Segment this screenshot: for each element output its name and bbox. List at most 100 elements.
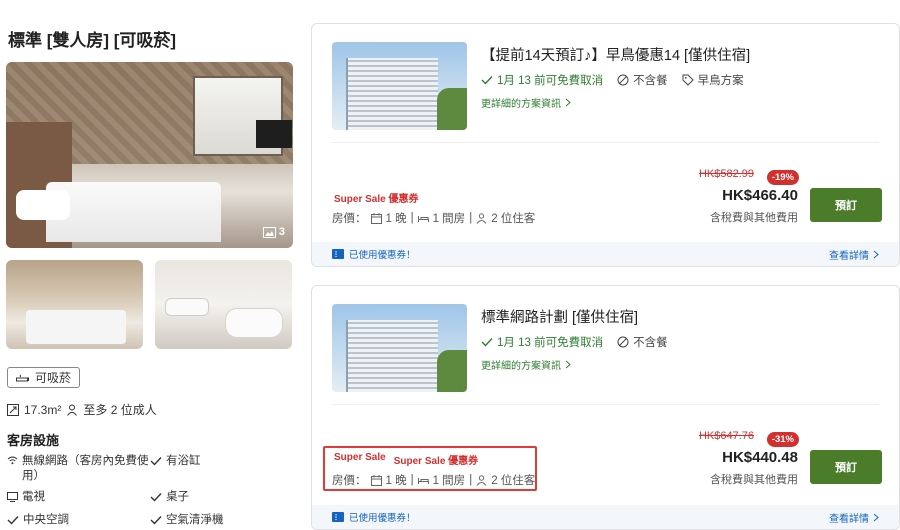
facilities-title: 客房設施 xyxy=(7,433,60,448)
plan-details-link[interactable]: 更詳細的方案資訊 xyxy=(481,95,571,110)
smoking-icon xyxy=(16,374,29,381)
current-price: HK$440.48 xyxy=(722,449,798,466)
chevron-right-icon xyxy=(873,513,879,522)
person-icon xyxy=(476,212,487,224)
plan-details-link-label: 更詳細的方案資訊 xyxy=(481,99,561,110)
wifi-icon xyxy=(7,456,18,465)
discount-badge: -31% xyxy=(766,429,799,447)
coupon-bar: 已使用優惠券！ 查看詳情 xyxy=(312,505,899,529)
plan-features: 1月 13 前可免費取消 不含餐 xyxy=(481,334,668,350)
tag-icon xyxy=(682,74,694,86)
coupon-icon xyxy=(332,249,344,259)
plan-details-link-label: 更詳細的方案資訊 xyxy=(481,361,561,372)
view-details-label: 查看詳情 xyxy=(829,251,869,262)
tax-note: 含稅費與其他費用 xyxy=(710,212,798,224)
bed-icon xyxy=(417,477,429,484)
room-size-row: 17.3m² 至多 2 位成人 xyxy=(7,401,157,418)
check-icon xyxy=(150,516,162,525)
coupon-icon xyxy=(332,512,344,522)
photo-count-value: 3 xyxy=(278,226,285,238)
rooms-value: 1 間房 xyxy=(432,213,466,225)
nights-value: 1 晚 xyxy=(385,475,407,487)
check-icon xyxy=(150,457,162,466)
tax-note: 含稅費與其他費用 xyxy=(710,474,798,486)
plan-card: 標準網路計劃 [僅供住宿] 1月 13 前可免費取消 不含餐 更詳細的方案資訊 … xyxy=(311,285,900,530)
rooms-value: 1 間房 xyxy=(432,475,466,487)
rate-summary: 房價： 1 晚 | 1 間房 | 2 位住客 xyxy=(332,212,536,225)
nights-value: 1 晚 xyxy=(385,213,407,225)
view-details-link[interactable]: 查看詳情 xyxy=(829,247,879,262)
plan-features: 1月 13 前可免費取消 不含餐 早鳥方案 xyxy=(481,72,744,88)
room-size: 17.3m² xyxy=(24,402,62,417)
photo-count[interactable]: 3 xyxy=(262,226,285,238)
facility-wifi: 無線網路（客房內免費使 用） xyxy=(7,454,149,484)
meal-label: 不含餐 xyxy=(633,337,668,349)
facility-bathtub: 有浴缸 xyxy=(150,454,201,469)
sale-tag: Super Sale 優惠券 xyxy=(393,456,479,467)
coupon-used: 已使用優惠券！ xyxy=(332,247,416,261)
discount-value: -19% xyxy=(766,170,799,185)
facility-ac-label: 中央空調 xyxy=(23,514,69,526)
sale-tags: Super Sale 優惠券 xyxy=(334,190,418,205)
check-icon xyxy=(150,493,162,502)
facility-desk: 桌子 xyxy=(150,490,189,505)
sale-tag: Super Sale xyxy=(334,452,386,463)
free-cancel-feature: 1月 13 前可免費取消 xyxy=(481,72,603,88)
original-price: HK$647.76 xyxy=(698,430,754,442)
current-price: HK$466.40 xyxy=(722,187,798,204)
free-cancel-label: 1月 13 前可免費取消 xyxy=(497,337,604,349)
facility-ac: 中央空調 xyxy=(7,513,69,528)
facility-bathtub-label: 有浴缸 xyxy=(166,455,201,467)
check-icon xyxy=(481,338,493,347)
meal-feature: 不含餐 xyxy=(617,334,668,350)
room-thumbnail-bathroom[interactable] xyxy=(155,260,292,349)
coupon-bar: 已使用優惠券！ 查看詳情 xyxy=(312,242,899,266)
rate-summary: 房價： 1 晚 | 1 間房 | 2 位住客 xyxy=(332,474,536,487)
meal-feature: 不含餐 xyxy=(617,72,668,88)
facility-wifi-label-2: 用） xyxy=(22,470,45,482)
discount-badge: -19% xyxy=(766,167,799,185)
guests-value: 2 位住客 xyxy=(491,475,536,487)
room-capacity: 至多 2 位成人 xyxy=(83,403,157,417)
room-size-icon xyxy=(7,403,19,416)
guests-value: 2 位住客 xyxy=(491,213,536,225)
smoking-tag: 可吸菸 xyxy=(7,367,81,388)
coupon-used: 已使用優惠券！ xyxy=(332,510,416,524)
early-bird-feature: 早鳥方案 xyxy=(682,72,744,88)
tv-icon xyxy=(7,492,18,502)
plan-title: 【提前14天預訂♪】早鳥優惠14 [僅供住宿] xyxy=(481,48,751,64)
chevron-right-icon xyxy=(565,360,571,369)
room-thumbnail-bedroom[interactable] xyxy=(6,260,143,349)
plan-details-link[interactable]: 更詳細的方案資訊 xyxy=(481,357,571,372)
no-meal-icon xyxy=(617,336,629,348)
view-details-link[interactable]: 查看詳情 xyxy=(829,510,879,525)
person-icon xyxy=(67,404,78,416)
sale-tag: Super Sale 優惠券 xyxy=(334,194,419,205)
chevron-right-icon xyxy=(565,98,571,107)
coupon-used-label: 已使用優惠券！ xyxy=(349,513,416,524)
image-gallery-icon xyxy=(262,226,276,238)
hotel-photo xyxy=(332,42,467,130)
calendar-icon xyxy=(370,212,382,224)
hotel-photo xyxy=(332,304,467,392)
facility-tv: 電視 xyxy=(7,490,45,505)
calendar-icon xyxy=(370,474,382,486)
book-button[interactable]: 預訂 xyxy=(810,188,882,222)
meal-label: 不含餐 xyxy=(633,75,668,87)
check-icon xyxy=(481,76,493,85)
book-button[interactable]: 預訂 xyxy=(810,450,882,484)
early-bird-label: 早鳥方案 xyxy=(697,75,744,87)
room-main-photo[interactable]: 3 xyxy=(6,62,293,248)
facility-tv-label: 電視 xyxy=(22,491,45,503)
sale-tags: Super Sale Super Sale 優惠券 xyxy=(334,452,478,467)
free-cancel-feature: 1月 13 前可免費取消 xyxy=(481,334,603,350)
rate-label: 房價： xyxy=(332,213,367,225)
original-price: HK$582.99 xyxy=(698,168,754,180)
room-title: 標準 [雙人房] [可吸菸] xyxy=(8,31,177,50)
plan-card: 【提前14天預訂♪】早鳥優惠14 [僅供住宿] 1月 13 前可免費取消 不含餐… xyxy=(311,23,900,267)
check-icon xyxy=(7,516,19,525)
facility-air-purifier: 空氣清淨機 xyxy=(150,513,224,528)
facility-wifi-label-1: 無線網路（客房內免費使 xyxy=(22,455,149,467)
coupon-used-label: 已使用優惠券！ xyxy=(349,250,416,261)
free-cancel-label: 1月 13 前可免費取消 xyxy=(497,75,604,87)
